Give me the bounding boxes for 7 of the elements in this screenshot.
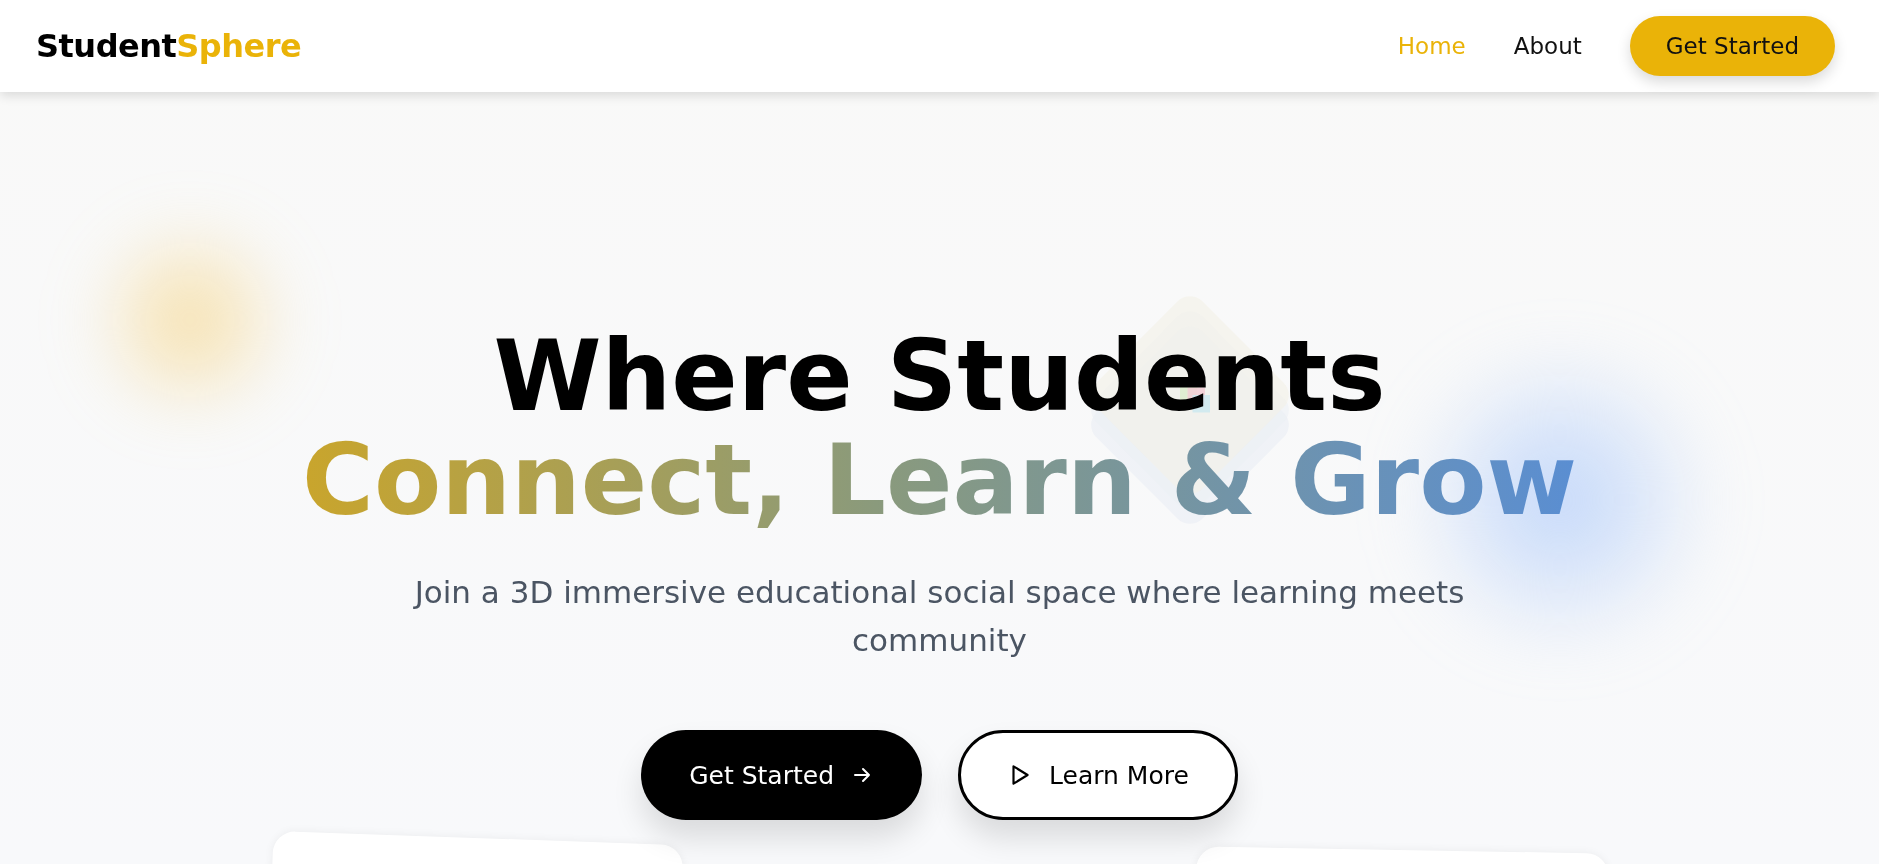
hero-title: Where Students [493,324,1386,428]
get-started-button[interactable]: Get Started [1629,16,1835,76]
learn-more-button[interactable]: Learn More [958,730,1238,820]
logo[interactable]: StudentSphere [36,27,302,65]
get-started-button[interactable]: Get Started [641,730,922,820]
hero-subtitle: Join a 3D immersive educational social space where learning meets community [412,573,1466,660]
nav-link[interactable]: About [1513,33,1582,59]
